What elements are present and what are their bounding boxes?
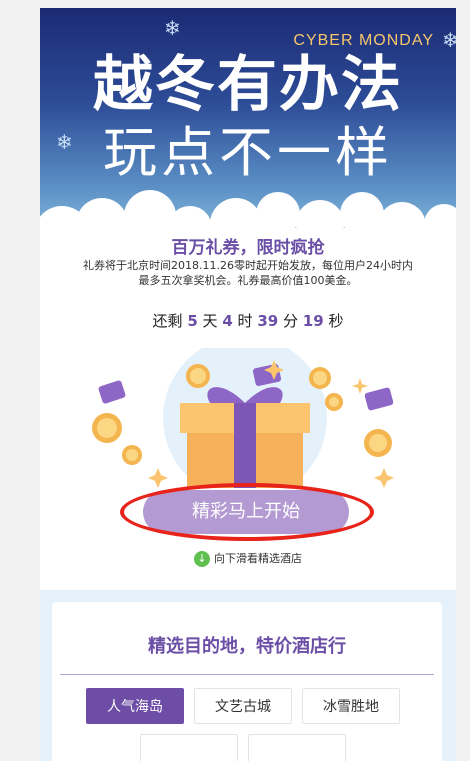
- tab-more[interactable]: [248, 734, 346, 761]
- coin-icon: [364, 429, 392, 457]
- tab-snow-resorts[interactable]: 冰雪胜地: [302, 688, 400, 724]
- countdown-days-unit: 天: [202, 312, 218, 330]
- coin-icon: [122, 445, 142, 465]
- destinations-card: 精选目的地，特价酒店行 人气海岛 文艺古城 冰雪胜地: [52, 602, 442, 761]
- start-button[interactable]: 精彩马上开始: [143, 490, 349, 534]
- hero-subheadline: 玩点不一样: [103, 121, 393, 184]
- scroll-hint-text: 向下滑看精选酒店: [214, 552, 302, 565]
- hero-banner: ❄ ❄ ❄ ❄ CYBER MONDAY 越冬有办法 玩点不一样: [40, 8, 456, 244]
- coin-icon: [92, 413, 122, 443]
- sparkle-icon: [374, 468, 394, 488]
- countdown-hours: 4: [222, 312, 233, 330]
- coin-icon: [325, 393, 343, 411]
- brand-title: CYBER MONDAY: [293, 32, 434, 49]
- sparkle-icon: [148, 468, 168, 488]
- discount-ticket-icon: [364, 387, 394, 411]
- scroll-hint[interactable]: ↓ 向下滑看精选酒店: [40, 550, 456, 567]
- snowflake-icon: ❄: [164, 16, 181, 40]
- arrow-down-circle-icon: ↓: [194, 551, 210, 567]
- countdown-timer: 还剩 5 天 4 时 39 分 19 秒: [40, 310, 456, 331]
- countdown-minutes-unit: 分: [283, 312, 299, 330]
- event-page: ❄ ❄ ❄ ❄ CYBER MONDAY 越冬有办法 玩点不一样 百万礼券，限时…: [40, 8, 456, 761]
- coin-icon: [186, 364, 210, 388]
- countdown-minutes: 39: [257, 312, 279, 330]
- countdown-days: 5: [187, 312, 198, 330]
- tab-cultural-towns[interactable]: 文艺古城: [194, 688, 292, 724]
- countdown-hours-unit: 时: [237, 312, 253, 330]
- discount-ticket-icon: [98, 380, 126, 404]
- section-divider: [60, 674, 434, 675]
- promo-title: 百万礼券，限时疯抢: [171, 238, 325, 258]
- countdown-prefix: 还剩: [152, 312, 183, 330]
- hero-headline: 越冬有办法: [93, 50, 403, 120]
- section-title: 精选目的地，特价酒店行: [148, 636, 346, 657]
- promo-desc-line: 礼券将于北京时间2018.11.26零时起开始发放，每位用户24小时内: [83, 259, 413, 272]
- tab-more[interactable]: [140, 734, 238, 761]
- countdown-seconds-unit: 秒: [328, 312, 344, 330]
- snowflake-icon: ❄: [442, 28, 456, 52]
- countdown-seconds: 19: [302, 312, 324, 330]
- sparkle-icon: [352, 378, 368, 394]
- promo-desc-line: 最多五次拿奖机会。礼券最高价值100美金。: [138, 274, 358, 287]
- gift-illustration: [92, 348, 394, 488]
- promo-description: 礼券将于北京时间2018.11.26零时起开始发放，每位用户24小时内 最多五次…: [64, 258, 432, 288]
- tab-popular-islands[interactable]: 人气海岛: [86, 688, 184, 724]
- coin-icon: [309, 367, 331, 389]
